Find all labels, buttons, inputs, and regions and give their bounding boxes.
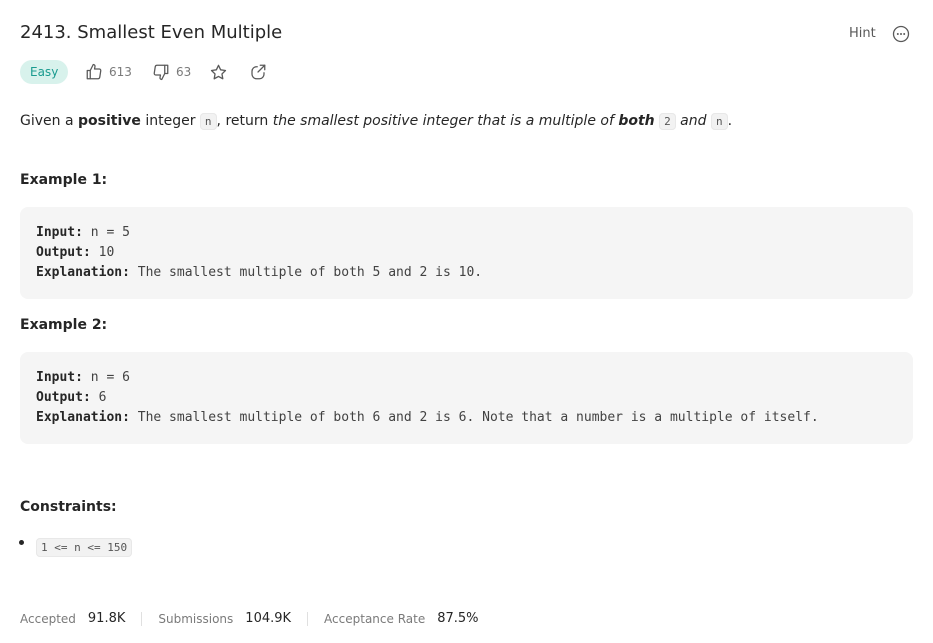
output-label: Output: — [36, 245, 91, 260]
example-2-block: Input: n = 6 Output: 6 Explanation: The … — [20, 352, 913, 444]
desc-bold-both: both — [618, 113, 655, 129]
constraints-title: Constraints: — [20, 499, 117, 515]
explanation-value: The smallest multiple of both 6 and 2 is… — [137, 410, 819, 425]
desc-italic-and: and — [675, 113, 711, 129]
stat-divider — [141, 611, 143, 626]
accepted-label: Accepted — [20, 611, 76, 626]
like-button[interactable]: 613 — [85, 62, 132, 82]
inline-code-2: 2 — [659, 113, 676, 130]
example-explanation: Explanation: The smallest multiple of bo… — [36, 265, 482, 280]
example-input: Input: n = 6 — [36, 370, 130, 385]
desc-text: Given a — [20, 113, 78, 129]
explanation-value: The smallest multiple of both 5 and 2 is… — [137, 265, 483, 280]
star-icon — [210, 64, 227, 79]
problem-description: Given a positive integer n, return the s… — [20, 113, 733, 130]
output-value: 6 — [98, 390, 107, 405]
desc-italic: the smallest positive integer that is a … — [272, 113, 619, 129]
share-icon — [251, 64, 266, 80]
thumbs-down-icon — [153, 64, 169, 81]
input-value: n = 5 — [90, 225, 130, 240]
explanation-label: Explanation: — [36, 410, 130, 425]
constraint-code: 1 <= n <= 150 — [36, 538, 133, 557]
dislike-count: 63 — [176, 65, 192, 79]
problem-title: 2413. Smallest Even Multiple — [20, 22, 283, 43]
inline-code-n: n — [710, 113, 728, 130]
submissions-value: 104.9K — [245, 611, 292, 626]
constraint-item: 1 <= n <= 150 — [36, 536, 133, 557]
desc-text: integer — [140, 113, 200, 129]
output-value: 10 — [98, 245, 115, 260]
accepted-value: 91.8K — [87, 611, 126, 626]
more-options-button[interactable] — [892, 25, 910, 43]
example-output: Output: 6 — [36, 390, 106, 405]
submissions-label: Submissions — [158, 611, 234, 626]
thumbs-up-icon — [86, 63, 102, 80]
example-1-title: Example 1: — [20, 172, 108, 188]
desc-bold-positive: positive — [78, 113, 141, 129]
acceptance-rate-value: 87.5% — [437, 611, 479, 626]
list-bullet — [19, 540, 24, 545]
desc-text: . — [727, 113, 733, 129]
hint-button[interactable]: Hint — [849, 26, 876, 41]
example-explanation: Explanation: The smallest multiple of bo… — [36, 410, 819, 425]
explanation-label: Explanation: — [36, 265, 130, 280]
favorite-button[interactable] — [209, 62, 228, 82]
example-1-block: Input: n = 5 Output: 10 Explanation: The… — [20, 207, 913, 299]
example-output: Output: 10 — [36, 245, 114, 260]
like-count: 613 — [109, 65, 132, 79]
input-value: n = 6 — [90, 370, 130, 385]
input-label: Input: — [36, 225, 83, 240]
output-label: Output: — [36, 390, 91, 405]
dislike-button[interactable]: 63 — [152, 62, 191, 82]
acceptance-rate-label: Acceptance Rate — [324, 611, 426, 626]
example-input: Input: n = 5 — [36, 225, 130, 240]
difficulty-badge: Easy — [20, 60, 69, 84]
stats-bar: Accepted 91.8K Submissions 104.9K Accept… — [20, 611, 479, 626]
share-button[interactable] — [249, 62, 267, 82]
example-2-title: Example 2: — [20, 317, 108, 333]
more-horizontal-icon — [892, 25, 910, 43]
inline-code-n: n — [199, 113, 217, 130]
input-label: Input: — [36, 370, 83, 385]
stat-divider — [307, 611, 309, 626]
desc-text: , return — [216, 113, 273, 129]
